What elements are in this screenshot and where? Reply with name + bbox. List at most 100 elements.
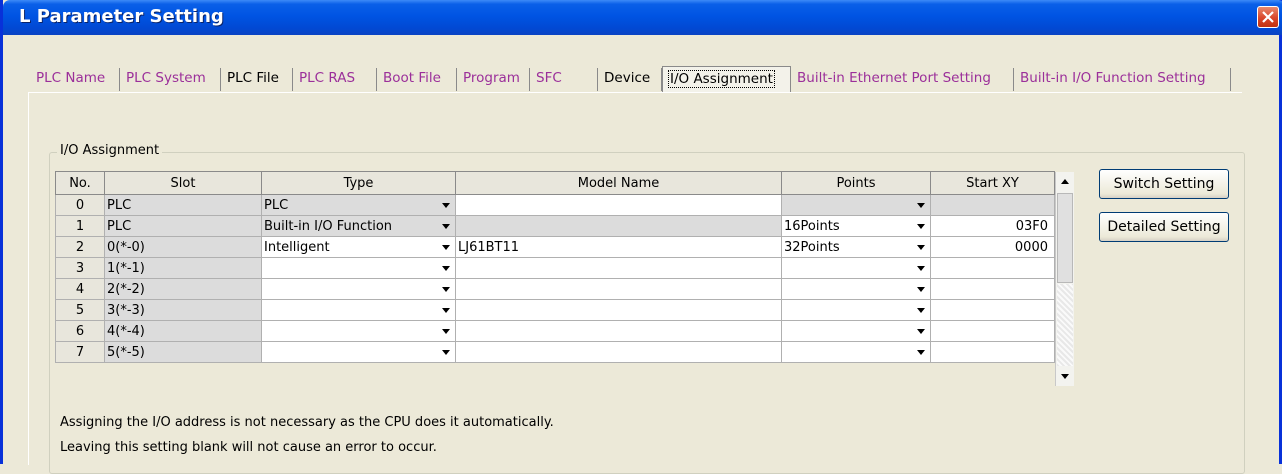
points-select[interactable] [781, 194, 931, 216]
model-name-input[interactable] [455, 194, 782, 216]
start-xy-input[interactable] [930, 194, 1055, 216]
dropdown-arrow-icon[interactable] [914, 345, 928, 359]
start-xy-input[interactable] [930, 257, 1055, 279]
row-number: 0 [55, 194, 105, 216]
tab-device[interactable]: Device [598, 68, 662, 91]
table-vertical-scrollbar[interactable] [1055, 172, 1074, 386]
slot-cell: PLC [104, 215, 262, 237]
points-select[interactable] [781, 341, 931, 363]
model-name-input[interactable]: LJ61BT11 [455, 236, 782, 258]
start-xy-input[interactable]: 03F0 [930, 215, 1055, 237]
column-header-type: Type [261, 171, 456, 195]
tab-plc-ras[interactable]: PLC RAS [293, 68, 377, 91]
io-assignment-table: No. Slot Type Model Name Points Start XY… [55, 171, 1055, 363]
scroll-down-button[interactable] [1056, 368, 1074, 386]
close-button[interactable] [1257, 6, 1279, 28]
dropdown-arrow-icon[interactable] [439, 219, 453, 233]
tab-built-in-io-function-setting[interactable]: Built-in I/O Function Setting [1014, 68, 1231, 91]
tab-strip: PLC Name PLC System PLC File PLC RAS Boo… [30, 66, 1234, 92]
column-header-points: Points [781, 171, 931, 195]
model-name-input[interactable] [455, 215, 782, 237]
row-number: 3 [55, 257, 105, 279]
row-number: 6 [55, 320, 105, 342]
row-number: 2 [55, 236, 105, 258]
slot-cell: PLC [104, 194, 262, 216]
scroll-track[interactable] [1057, 284, 1073, 366]
start-xy-input[interactable] [930, 299, 1055, 321]
dropdown-arrow-icon[interactable] [439, 261, 453, 275]
type-select[interactable] [261, 278, 456, 300]
group-label: I/O Assignment [57, 143, 163, 158]
type-select[interactable] [261, 341, 456, 363]
tab-io-assignment[interactable]: I/O Assignment [662, 66, 791, 92]
slot-cell: 3(*-3) [104, 299, 262, 321]
slot-cell: 5(*-5) [104, 341, 262, 363]
switch-setting-button[interactable]: Switch Setting [1099, 169, 1229, 199]
points-select[interactable] [781, 278, 931, 300]
row-number: 5 [55, 299, 105, 321]
points-select[interactable]: 16Points [781, 215, 931, 237]
tab-sfc[interactable]: SFC [530, 68, 598, 91]
dropdown-arrow-icon[interactable] [439, 303, 453, 317]
scroll-down-arrow-icon [1061, 374, 1069, 379]
type-select[interactable]: PLC [261, 194, 456, 216]
table-row: 3 1(*-1) [55, 257, 1055, 279]
table-row: 2 0(*-0) Intelligent LJ61BT11 32Points 0… [55, 236, 1055, 258]
points-select[interactable] [781, 299, 931, 321]
tab-plc-name[interactable]: PLC Name [30, 68, 120, 91]
dropdown-arrow-icon[interactable] [914, 324, 928, 338]
type-select[interactable] [261, 299, 456, 321]
dropdown-arrow-icon[interactable] [914, 240, 928, 254]
type-select[interactable] [261, 320, 456, 342]
table-row: 0 PLC PLC [55, 194, 1055, 216]
model-name-input[interactable] [455, 320, 782, 342]
start-xy-input[interactable] [930, 320, 1055, 342]
tab-plc-file[interactable]: PLC File [221, 68, 293, 91]
dropdown-arrow-icon[interactable] [914, 219, 928, 233]
points-select[interactable]: 32Points [781, 236, 931, 258]
model-name-input[interactable] [455, 257, 782, 279]
points-select[interactable] [781, 257, 931, 279]
tab-boot-file[interactable]: Boot File [377, 68, 457, 91]
dropdown-arrow-icon[interactable] [439, 324, 453, 338]
dropdown-arrow-icon[interactable] [914, 303, 928, 317]
model-name-input[interactable] [455, 278, 782, 300]
scroll-up-button[interactable] [1056, 172, 1074, 190]
column-header-no: No. [55, 171, 105, 195]
dropdown-arrow-icon[interactable] [439, 198, 453, 212]
info-note-line-1: Assigning the I/O address is not necessa… [60, 415, 554, 430]
dropdown-arrow-icon[interactable] [914, 282, 928, 296]
scroll-up-arrow-icon [1061, 179, 1069, 184]
slot-cell: 4(*-4) [104, 320, 262, 342]
row-number: 1 [55, 215, 105, 237]
table-row: 1 PLC Built-in I/O Function 16Points 03F… [55, 215, 1055, 237]
dropdown-arrow-icon[interactable] [439, 345, 453, 359]
scroll-thumb[interactable] [1057, 193, 1073, 283]
start-xy-input[interactable] [930, 341, 1055, 363]
start-xy-input[interactable] [930, 278, 1055, 300]
parameter-window: L Parameter Setting PLC Name PLC System … [0, 0, 1282, 474]
tab-built-in-ethernet-port-setting[interactable]: Built-in Ethernet Port Setting [791, 68, 1014, 91]
type-select[interactable]: Intelligent [261, 236, 456, 258]
detailed-setting-button[interactable]: Detailed Setting [1099, 212, 1229, 242]
slot-cell: 0(*-0) [104, 236, 262, 258]
points-select[interactable] [781, 320, 931, 342]
dropdown-arrow-icon[interactable] [439, 282, 453, 296]
dropdown-arrow-icon[interactable] [439, 240, 453, 254]
tab-plc-system[interactable]: PLC System [120, 68, 221, 91]
type-select[interactable] [261, 257, 456, 279]
dropdown-arrow-icon[interactable] [914, 261, 928, 275]
dropdown-arrow-icon[interactable] [914, 198, 928, 212]
model-name-input[interactable] [455, 341, 782, 363]
slot-cell: 2(*-2) [104, 278, 262, 300]
info-note-line-2: Leaving this setting blank will not caus… [60, 440, 437, 455]
tab-program[interactable]: Program [457, 68, 530, 91]
title-bar[interactable]: L Parameter Setting [3, 0, 1282, 35]
column-header-model-name: Model Name [455, 171, 782, 195]
type-select[interactable]: Built-in I/O Function [261, 215, 456, 237]
start-xy-input[interactable]: 0000 [930, 236, 1055, 258]
model-name-input[interactable] [455, 299, 782, 321]
window-title: L Parameter Setting [19, 6, 224, 27]
table-row: 4 2(*-2) [55, 278, 1055, 300]
close-icon [1262, 11, 1274, 23]
